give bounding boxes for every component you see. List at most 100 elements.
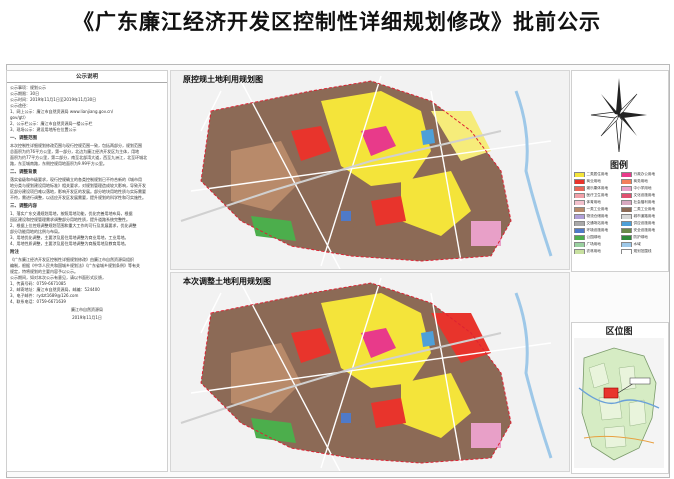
legend-label: 城市道路用地 bbox=[633, 214, 656, 218]
section-body: 落实省级和市级要求，现行控规确立的各类控制规划已不符合新的《城市用 地分类与规划建… bbox=[7, 177, 167, 201]
legend-label: 环境设施用地 bbox=[586, 228, 609, 232]
legend-swatch bbox=[574, 221, 585, 226]
location-map-title: 区位图 bbox=[605, 327, 633, 337]
legend-swatch bbox=[621, 200, 632, 205]
legend-item: 医疗卫生用地 bbox=[574, 193, 619, 198]
legend-swatch bbox=[574, 214, 585, 219]
legend-label: 二类居住用地 bbox=[586, 172, 609, 176]
notice-info: 公示事项：规划公示 公示期限：30日 公示时间：2019年11月1日至2019年11… bbox=[7, 85, 167, 133]
legend-swatch bbox=[621, 221, 632, 226]
legend-label: 社会福利用地 bbox=[633, 200, 656, 204]
legend-item: 农林用地 bbox=[574, 249, 619, 254]
footer-date: 2019年11月1日 bbox=[72, 315, 102, 320]
legend-item: 商业用地 bbox=[574, 179, 619, 184]
legend-label: 商业用地 bbox=[586, 179, 601, 183]
legend-swatch bbox=[574, 228, 585, 233]
legend-swatch bbox=[574, 242, 585, 247]
legend-label: 一类工业用地 bbox=[586, 207, 609, 211]
notice-line: 4、用地性质调整，主要涉及居住用地调整为商服用地及教育用地。 bbox=[10, 241, 129, 246]
legend-item: 公园绿地 bbox=[574, 235, 619, 240]
original-landuse-map-panel: 原控规土地利用规划图 bbox=[170, 70, 570, 270]
notice-column: 公示说明 公示事项：规划公示 公示期限：30日 公示时间：2019年11月1日至20… bbox=[6, 70, 168, 472]
legend-swatch bbox=[574, 200, 585, 205]
legend-label: 二类工业用地 bbox=[633, 207, 656, 211]
legend-swatch bbox=[621, 235, 632, 240]
legend-item: 娱乐康体用地 bbox=[574, 186, 619, 191]
legend-swatch bbox=[574, 186, 585, 191]
notice-line: 4、联系电话：0759-6671639 bbox=[10, 299, 66, 304]
legend-swatch bbox=[621, 172, 632, 177]
section-body: 本次控制性详细规划修改范围与现行控规范围一致，包括两部分，规划范围 总面积为约76… bbox=[7, 143, 167, 167]
legend-label: 广场用地 bbox=[586, 242, 601, 246]
legend-swatch bbox=[621, 186, 632, 191]
notice-line: 路，东至城南路，东侧控规用地面积为9.99平方公里。 bbox=[10, 161, 107, 166]
legend-item: 二类工业用地 bbox=[621, 207, 666, 212]
page-title: 《广东廉江经济开发区控制性详细规划修改》批前公示 bbox=[73, 10, 601, 34]
legend-item: 文化设施用地 bbox=[621, 193, 666, 198]
legend-item: 水域 bbox=[621, 242, 666, 247]
legend-item: 二类居住用地 bbox=[574, 172, 619, 177]
revised-landuse-map-panel: 本次调整土地利用规划图 bbox=[170, 272, 570, 472]
notice-line: 3、现场公示：建设用地所在位置公示 bbox=[10, 127, 77, 132]
legend-swatch bbox=[574, 179, 585, 184]
notice-heading: 公示说明 bbox=[7, 74, 167, 83]
legend-swatch bbox=[621, 214, 632, 219]
legend-item: 体育用地 bbox=[574, 200, 619, 205]
legend-item: 行政办公用地 bbox=[621, 172, 666, 177]
legend-item: 一类工业用地 bbox=[574, 207, 619, 212]
legend-item: 防护绿地 bbox=[621, 235, 666, 240]
legend-swatch bbox=[621, 249, 632, 254]
notice-line: 不符，需进行调整，以适应开发区发展需要，提升规划的科学性和可实施性。 bbox=[10, 195, 146, 200]
section-body: 《广东廉江经济开发区控制性详细规划修改》由廉江市自然资源局组织 编制，根据《中华人… bbox=[7, 257, 167, 305]
legend-item: 城市道路用地 bbox=[621, 214, 666, 219]
legend-label: 中小学用地 bbox=[633, 186, 652, 190]
legend-label: 安全设施用地 bbox=[633, 228, 656, 232]
legend-swatch bbox=[621, 179, 632, 184]
legend-item: 规划范围线 bbox=[621, 249, 666, 254]
revised-landuse-map bbox=[171, 273, 569, 471]
legend-swatch bbox=[621, 242, 632, 247]
legend-title: 图例 bbox=[609, 161, 628, 171]
legend-label: 水域 bbox=[633, 242, 641, 246]
legend-label: 供应设施用地 bbox=[633, 221, 656, 225]
legend-swatch bbox=[574, 207, 585, 212]
original-landuse-map bbox=[171, 71, 569, 269]
legend-label: 防护绿地 bbox=[633, 235, 648, 239]
legend-item: 广场用地 bbox=[574, 242, 619, 247]
legend-label: 医疗卫生用地 bbox=[586, 193, 609, 197]
legend-label: 交通场站用地 bbox=[586, 221, 609, 225]
legend-label: 体育用地 bbox=[586, 200, 601, 204]
original-map-title: 原控规土地利用规划图 bbox=[183, 75, 263, 84]
compass-rose-icon bbox=[590, 78, 647, 153]
legend-item: 商务用地 bbox=[621, 179, 666, 184]
legend-item: 交通场站用地 bbox=[574, 221, 619, 226]
legend-label: 商务用地 bbox=[633, 179, 648, 183]
legend-swatch bbox=[621, 193, 632, 198]
footer-organization: 廉江市自然资源局 bbox=[71, 307, 103, 312]
legend-item: 中小学用地 bbox=[621, 186, 666, 191]
legend-swatch bbox=[621, 228, 632, 233]
legend-label: 规划范围线 bbox=[633, 249, 652, 253]
section-title: 三、调整内容 bbox=[10, 204, 37, 209]
legend-list: 二类居住用地 行政办公用地商业用地 商务用地娱乐康体用地 中小学用地医疗卫生用地 文化设… bbox=[574, 172, 666, 254]
legend-item: 环境设施用地 bbox=[574, 228, 619, 233]
legend-label: 行政办公用地 bbox=[633, 172, 656, 176]
legend-label: 公园绿地 bbox=[586, 235, 601, 239]
legend-swatch bbox=[574, 235, 585, 240]
legend-label: 物流仓储用地 bbox=[586, 214, 609, 218]
section-title: 二、调整背景 bbox=[10, 170, 37, 175]
legend-item: 安全设施用地 bbox=[621, 228, 666, 233]
legend-item: 物流仓储用地 bbox=[574, 214, 619, 219]
legend-item: 供应设施用地 bbox=[621, 221, 666, 226]
legend-label: 文化设施用地 bbox=[633, 193, 656, 197]
section-body: 1、落实广东交通规划用地，按照用地功能，优化完善用地布局，根据 园区建设和控规管理… bbox=[7, 211, 167, 247]
legend-swatch bbox=[574, 249, 585, 254]
legend-item: 社会福利用地 bbox=[621, 200, 666, 205]
legend-swatch bbox=[574, 193, 585, 198]
location-map bbox=[574, 338, 664, 468]
legend-swatch bbox=[574, 172, 585, 177]
legend-label: 农林用地 bbox=[586, 249, 601, 253]
legend-label: 娱乐康体用地 bbox=[586, 186, 609, 190]
section-title: 附注 bbox=[10, 250, 19, 255]
section-title: 一、调整范围 bbox=[10, 136, 37, 141]
